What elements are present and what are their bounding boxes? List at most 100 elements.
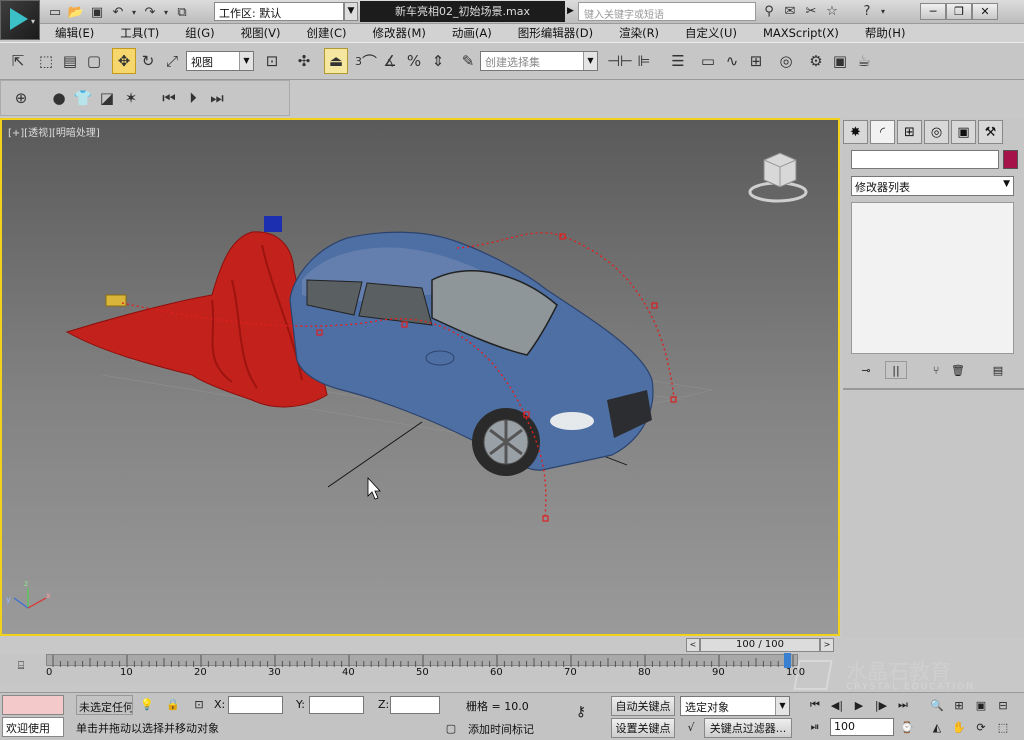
percent-snap-icon[interactable]: % xyxy=(402,48,426,74)
yellow-box-object[interactable] xyxy=(105,294,127,307)
material-sphere-icon[interactable]: ● xyxy=(47,85,71,111)
blue-box-helper[interactable] xyxy=(264,216,282,232)
menu-animation[interactable]: 动画(A) xyxy=(452,24,492,42)
menu-help[interactable]: 帮助(H) xyxy=(865,24,906,42)
remove-modifier-icon[interactable]: 🗑 xyxy=(947,361,969,379)
pin-stack-icon[interactable]: ⊸ xyxy=(855,361,877,379)
time-slider[interactable]: < 100 / 100 > xyxy=(686,637,838,652)
field-of-view-icon[interactable]: ◭ xyxy=(926,718,948,736)
menu-customize[interactable]: 自定义(U) xyxy=(685,24,737,42)
modifier-list-dropdown[interactable]: 修改器列表 ▼ xyxy=(851,176,1014,196)
cloth-shirt-icon[interactable]: 👕 xyxy=(71,85,95,111)
zoom-all-icon[interactable]: ⊞ xyxy=(948,696,970,714)
absolute-mode-icon[interactable]: ⊡ xyxy=(188,695,210,713)
help-icon[interactable]: ? xyxy=(858,2,876,20)
angle-snap-icon[interactable]: ∡ xyxy=(378,48,402,74)
reference-coordinate-dropdown[interactable]: 视图 ▼ xyxy=(186,51,254,71)
mini-curve-editor-icon[interactable]: ⌸ xyxy=(10,657,32,675)
menu-maxscript[interactable]: MAXScript(X) xyxy=(763,24,839,42)
hair-fur-icon[interactable]: ✶ xyxy=(119,85,143,111)
redo-dropdown-icon[interactable]: ▾ xyxy=(162,3,170,21)
zoom-icon[interactable]: 🔍 xyxy=(926,696,948,714)
viewcube-icon[interactable] xyxy=(748,152,808,203)
workspace-dropdown-arrow[interactable]: ▼ xyxy=(344,2,358,21)
maximize-button[interactable]: ❐ xyxy=(946,3,972,20)
material-editor-icon[interactable]: ◎ xyxy=(774,48,798,74)
binoculars-icon[interactable]: ⚲ xyxy=(760,2,778,20)
menu-group[interactable]: 组(G) xyxy=(185,24,214,42)
help-dropdown-icon[interactable]: ▾ xyxy=(879,2,887,20)
undo-dropdown-icon[interactable]: ▾ xyxy=(130,3,138,21)
go-to-start-icon[interactable]: ⏮ xyxy=(804,696,826,714)
menu-edit[interactable]: 编辑(E) xyxy=(55,24,94,42)
utilities-tab-icon[interactable]: ⚒ xyxy=(978,120,1003,144)
x-coordinate-field[interactable] xyxy=(228,696,283,714)
menu-graph-editors[interactable]: 图形编辑器(D) xyxy=(518,24,593,42)
time-prev-icon[interactable]: < xyxy=(686,637,700,652)
curve-editor-icon[interactable]: ∿ xyxy=(720,48,744,74)
isolate-selection-icon[interactable]: 💡 xyxy=(136,695,158,713)
time-next-icon[interactable]: > xyxy=(820,637,834,652)
track-bar[interactable]: ⌸ 0 10 20 30 40 50 60 70 80 90 100 xyxy=(0,653,805,684)
track-bar-ruler[interactable] xyxy=(46,653,798,668)
add-time-tag[interactable]: 添加时间标记 xyxy=(468,721,534,737)
pan-icon[interactable]: ✋ xyxy=(948,718,970,736)
project-folder-icon[interactable]: ⧉ xyxy=(173,3,191,21)
rendered-frame-window-icon[interactable]: ▣ xyxy=(828,48,852,74)
rect-selection-icon[interactable]: ▢ xyxy=(82,48,106,74)
menu-views[interactable]: 视图(V) xyxy=(241,24,281,42)
z-coordinate-field[interactable] xyxy=(390,696,440,714)
graphite-ribbon-icon[interactable]: ▭ xyxy=(696,48,720,74)
workspace-dropdown[interactable]: 工作区: 默认 xyxy=(214,2,344,21)
selected-object-dropdown[interactable]: 选定对象 ▼ xyxy=(680,696,790,716)
modify-tab-icon[interactable]: ◜ xyxy=(870,120,895,144)
menu-modifiers[interactable]: 修改器(M) xyxy=(373,24,426,42)
perspective-viewport[interactable]: [+][透视][明暗处理] z x y xyxy=(0,118,840,636)
play-icon[interactable]: ▶ xyxy=(848,696,870,714)
communication-icon[interactable]: ✉ xyxy=(781,2,799,20)
align-icon[interactable]: ⊫ xyxy=(632,48,656,74)
render-production-icon[interactable]: ☕ xyxy=(852,48,876,74)
hierarchy-tab-icon[interactable]: ⊞ xyxy=(897,120,922,144)
pivot-center-icon[interactable]: ⊡ xyxy=(260,48,284,74)
blue-car-model[interactable] xyxy=(289,231,654,476)
cloth-tool-icon[interactable]: ◪ xyxy=(95,85,119,111)
modifier-stack[interactable] xyxy=(851,202,1014,354)
maxscript-listener-mini[interactable] xyxy=(2,695,64,715)
go-to-end-icon[interactable]: ⏭ xyxy=(892,696,914,714)
mirror-icon[interactable]: ⊣⊢ xyxy=(607,48,633,74)
key-filters-button[interactable]: 关键点过滤器... xyxy=(704,718,792,738)
select-object-icon[interactable]: ⬚ xyxy=(34,48,58,74)
display-tab-icon[interactable]: ▣ xyxy=(951,120,976,144)
containers-icon[interactable]: ⊕ xyxy=(9,85,33,111)
favorites-star-icon[interactable]: ☆ xyxy=(823,2,841,20)
animation-forward-icon[interactable]: ⏭ xyxy=(205,85,229,111)
orbit-icon[interactable]: ⟳ xyxy=(970,718,992,736)
application-logo-icon[interactable]: ▾ xyxy=(0,0,40,40)
select-link-icon[interactable]: ⇱ xyxy=(6,48,30,74)
close-button[interactable]: ✕ xyxy=(972,3,998,20)
keyboard-shortcut-icon[interactable]: ⏏ xyxy=(324,48,348,74)
motion-tab-icon[interactable]: ◎ xyxy=(924,120,949,144)
snap-toggle-icon[interactable]: 3 ⌒ xyxy=(354,48,378,74)
current-frame-field[interactable]: 100 xyxy=(830,718,894,736)
tools-icon[interactable]: ✂ xyxy=(802,2,820,20)
minimize-button[interactable]: ─ xyxy=(920,3,946,20)
menu-tools[interactable]: 工具(T) xyxy=(120,24,159,42)
y-coordinate-field[interactable] xyxy=(309,696,364,714)
configure-modifier-sets-icon[interactable]: ▤ xyxy=(987,361,1009,379)
spinner-snap-icon[interactable]: ⇕ xyxy=(426,48,450,74)
select-and-rotate-icon[interactable]: ↻ xyxy=(136,48,160,74)
object-color-swatch[interactable] xyxy=(1003,150,1018,169)
previous-frame-icon[interactable]: ◀| xyxy=(826,696,848,714)
show-end-result-icon[interactable]: || xyxy=(885,361,907,379)
zoom-extents-all-icon[interactable]: ⊟ xyxy=(992,696,1014,714)
object-name-field[interactable] xyxy=(851,150,999,169)
render-setup-icon[interactable]: ⚙ xyxy=(804,48,828,74)
next-frame-icon[interactable]: |▶ xyxy=(870,696,892,714)
animation-play-icon[interactable]: ⏵ xyxy=(181,85,205,111)
open-file-icon[interactable]: 📂 xyxy=(67,3,85,21)
search-input[interactable]: 键入关键字或短语 xyxy=(578,2,756,21)
save-icon[interactable]: ▣ xyxy=(88,3,106,21)
auto-key-button[interactable]: 自动关键点 xyxy=(611,696,675,716)
